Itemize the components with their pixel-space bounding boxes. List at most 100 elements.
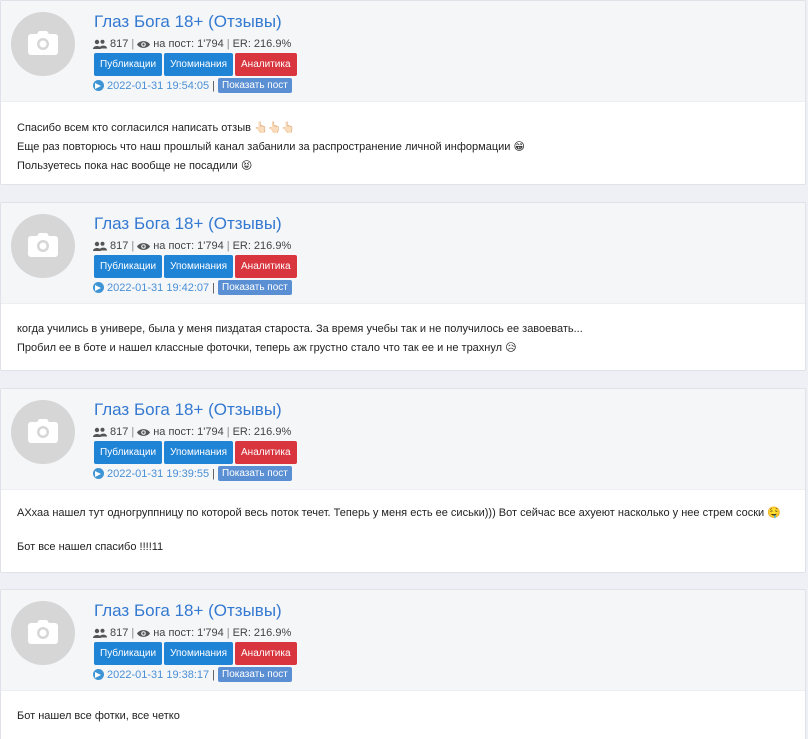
analytics-button[interactable]: Аналитика bbox=[235, 255, 297, 278]
er-value: 216.9% bbox=[253, 627, 292, 639]
eye-icon bbox=[137, 242, 151, 250]
er-label: ER: bbox=[232, 38, 251, 50]
users-icon bbox=[93, 427, 107, 437]
publications-button[interactable]: Публикации bbox=[94, 255, 163, 278]
post-header: Глаз Бога 18+ (Отзывы) 817 | на пост: 1'… bbox=[1, 1, 805, 102]
stats-divider: | bbox=[131, 38, 135, 50]
post-text: Спасибо всем кто согласился написать отз… bbox=[1, 102, 805, 176]
post-line: Бот нашел все фотки, все четко bbox=[17, 710, 180, 722]
channel-title[interactable]: Глаз Бога 18+ (Отзывы) bbox=[94, 214, 282, 234]
show-post-button[interactable]: Показать пост bbox=[218, 466, 292, 481]
stats-divider: | bbox=[226, 627, 230, 639]
show-post-button[interactable]: Показать пост bbox=[218, 280, 292, 295]
camera-icon bbox=[28, 233, 58, 257]
post-line: Спасибо всем кто согласился написать отз… bbox=[17, 122, 296, 134]
channel-avatar[interactable] bbox=[11, 400, 75, 464]
subscribers-count: 817 bbox=[110, 240, 129, 252]
action-buttons: Публикации Упоминания Аналитика bbox=[94, 642, 297, 665]
meta-divider: | bbox=[212, 281, 216, 294]
stats-divider: | bbox=[131, 627, 135, 639]
er-label: ER: bbox=[232, 240, 251, 252]
publications-button[interactable]: Публикации bbox=[94, 53, 163, 76]
post-datetime[interactable]: 2022-01-31 19:54:05 bbox=[107, 80, 209, 92]
channel-title[interactable]: Глаз Бога 18+ (Отзывы) bbox=[94, 12, 282, 32]
stats-divider: | bbox=[131, 426, 135, 438]
channel-title[interactable]: Глаз Бога 18+ (Отзывы) bbox=[94, 601, 282, 621]
channel-stats: 817 | на пост: 1'794 | ER: 216.9% bbox=[93, 38, 291, 50]
post-text: АХхаа нашел тут одногруппницу по которой… bbox=[1, 490, 805, 557]
views-count: 1'794 bbox=[197, 240, 224, 252]
users-icon bbox=[93, 628, 107, 638]
views-count: 1'794 bbox=[197, 426, 224, 438]
stats-divider: | bbox=[131, 240, 135, 252]
er-value: 216.9% bbox=[253, 38, 292, 50]
channel-stats: 817 | на пост: 1'794 | ER: 216.9% bbox=[93, 240, 291, 252]
camera-icon bbox=[28, 31, 58, 55]
post-card: Глаз Бога 18+ (Отзывы) 817 | на пост: 1'… bbox=[0, 202, 806, 371]
post-header: Глаз Бога 18+ (Отзывы) 817 | на пост: 1'… bbox=[1, 590, 805, 691]
stats-divider: | bbox=[226, 426, 230, 438]
channel-avatar[interactable] bbox=[11, 12, 75, 76]
analytics-button[interactable]: Аналитика bbox=[235, 441, 297, 464]
post-line: Пробил ее в боте и нашел классные фоточк… bbox=[17, 342, 517, 354]
post-datetime[interactable]: 2022-01-31 19:39:55 bbox=[107, 468, 209, 480]
mentions-button[interactable]: Упоминания bbox=[164, 642, 234, 665]
telegram-icon bbox=[93, 468, 104, 479]
channel-avatar[interactable] bbox=[11, 601, 75, 665]
post-header: Глаз Бога 18+ (Отзывы) 817 | на пост: 1'… bbox=[1, 389, 805, 490]
channel-stats: 817 | на пост: 1'794 | ER: 216.9% bbox=[93, 627, 291, 639]
er-label: ER: bbox=[232, 627, 251, 639]
post-text: когда учились в универе, была у меня пиз… bbox=[1, 304, 805, 358]
action-buttons: Публикации Упоминания Аналитика bbox=[94, 441, 297, 464]
telegram-icon bbox=[93, 80, 104, 91]
post-line bbox=[17, 523, 789, 538]
subscribers-count: 817 bbox=[110, 38, 129, 50]
show-post-button[interactable]: Показать пост bbox=[218, 667, 292, 682]
analytics-button[interactable]: Аналитика bbox=[235, 53, 297, 76]
analytics-button[interactable]: Аналитика bbox=[235, 642, 297, 665]
channel-title[interactable]: Глаз Бога 18+ (Отзывы) bbox=[94, 400, 282, 420]
publications-button[interactable]: Публикации bbox=[94, 642, 163, 665]
channel-avatar[interactable] bbox=[11, 214, 75, 278]
er-label: ER: bbox=[232, 426, 251, 438]
users-icon bbox=[93, 39, 107, 49]
post-card: Глаз Бога 18+ (Отзывы) 817 | на пост: 1'… bbox=[0, 388, 806, 573]
views-label: на пост: bbox=[153, 627, 195, 639]
mentions-button[interactable]: Упоминания bbox=[164, 441, 234, 464]
post-feed: Глаз Бога 18+ (Отзывы) 817 | на пост: 1'… bbox=[0, 0, 808, 739]
subscribers-count: 817 bbox=[110, 426, 129, 438]
stats-divider: | bbox=[226, 38, 230, 50]
post-meta: 2022-01-31 19:38:17 | Показать пост bbox=[93, 667, 292, 682]
post-line: Бот все нашел спасибо !!!!11 bbox=[17, 541, 164, 553]
eye-icon bbox=[137, 629, 151, 637]
post-line: Пользуетесь пока нас вообще не посадили … bbox=[17, 160, 253, 172]
eye-icon bbox=[137, 40, 151, 48]
subscribers-count: 817 bbox=[110, 627, 129, 639]
telegram-icon bbox=[93, 669, 104, 680]
show-post-button[interactable]: Показать пост bbox=[218, 78, 292, 93]
post-header: Глаз Бога 18+ (Отзывы) 817 | на пост: 1'… bbox=[1, 203, 805, 304]
meta-divider: | bbox=[212, 467, 216, 480]
views-label: на пост: bbox=[153, 38, 195, 50]
post-line: когда учились в универе, была у меня пиз… bbox=[17, 323, 583, 335]
meta-divider: | bbox=[212, 668, 216, 681]
post-datetime[interactable]: 2022-01-31 19:42:07 bbox=[107, 282, 209, 294]
mentions-button[interactable]: Упоминания bbox=[164, 255, 234, 278]
views-count: 1'794 bbox=[197, 627, 224, 639]
post-card: Глаз Бога 18+ (Отзывы) 817 | на пост: 1'… bbox=[0, 0, 806, 185]
channel-stats: 817 | на пост: 1'794 | ER: 216.9% bbox=[93, 426, 291, 438]
post-card: Глаз Бога 18+ (Отзывы) 817 | на пост: 1'… bbox=[0, 589, 806, 739]
views-label: на пост: bbox=[153, 240, 195, 252]
post-datetime[interactable]: 2022-01-31 19:38:17 bbox=[107, 669, 209, 681]
camera-icon bbox=[28, 419, 58, 443]
action-buttons: Публикации Упоминания Аналитика bbox=[94, 255, 297, 278]
eye-icon bbox=[137, 428, 151, 436]
users-icon bbox=[93, 241, 107, 251]
views-label: на пост: bbox=[153, 426, 195, 438]
camera-icon bbox=[28, 620, 58, 644]
action-buttons: Публикации Упоминания Аналитика bbox=[94, 53, 297, 76]
mentions-button[interactable]: Упоминания bbox=[164, 53, 234, 76]
post-line: Еще раз повторюсь что наш прошлый канал … bbox=[17, 141, 525, 153]
publications-button[interactable]: Публикации bbox=[94, 441, 163, 464]
er-value: 216.9% bbox=[253, 240, 292, 252]
